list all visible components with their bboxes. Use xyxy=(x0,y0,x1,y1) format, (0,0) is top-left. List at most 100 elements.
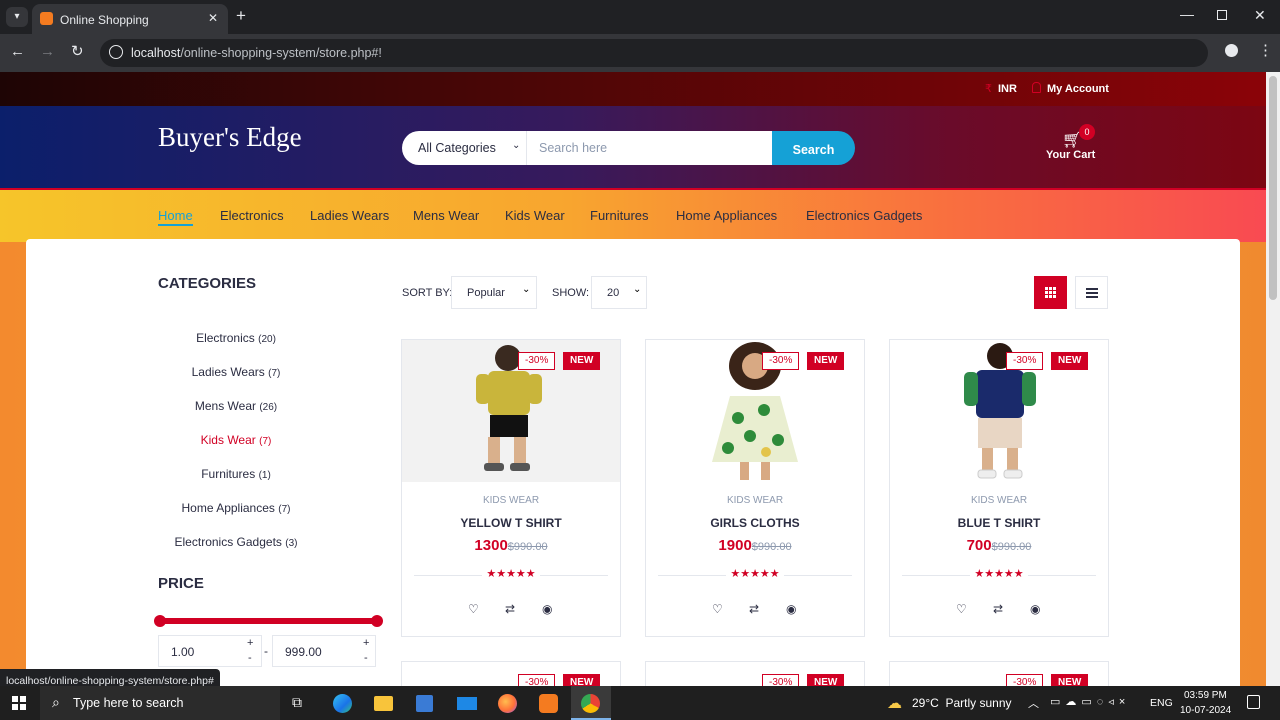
tab-title: Online Shopping xyxy=(60,13,149,27)
weather-icon[interactable]: ☁ xyxy=(887,694,902,712)
scrollbar-thumb[interactable] xyxy=(1269,76,1277,300)
decrement-icon[interactable]: - xyxy=(248,652,252,664)
price-min-input[interactable]: 1.00 + - xyxy=(158,635,262,667)
reload-icon[interactable]: ↻ xyxy=(71,42,84,60)
product-name[interactable]: YELLOW T SHIRT xyxy=(402,516,620,530)
my-account-link[interactable]: My Account xyxy=(1047,83,1109,95)
category-item[interactable]: Home Appliances (7) xyxy=(126,501,346,515)
weather-text[interactable]: 29°C Partly sunny xyxy=(912,696,1012,710)
wishlist-heart-icon[interactable]: ♡ xyxy=(712,602,723,616)
category-item[interactable]: Electronics Gadgets (3) xyxy=(126,535,346,549)
wishlist-heart-icon[interactable]: ♡ xyxy=(956,602,967,616)
search-button[interactable]: Search xyxy=(772,131,855,165)
compare-icon[interactable]: ⇄ xyxy=(505,602,515,616)
site-logo[interactable]: Buyer's Edge xyxy=(158,122,302,153)
product-card[interactable]: -30% NEW xyxy=(645,661,865,686)
language-indicator[interactable]: ENG xyxy=(1150,697,1173,709)
star-icons: ★★★★★ xyxy=(726,568,784,580)
price-slider-min-handle[interactable] xyxy=(154,615,166,627)
clock-time[interactable]: 03:59 PM xyxy=(1184,690,1227,701)
tab-search-button[interactable]: ▾ xyxy=(6,7,28,27)
product-card[interactable]: -30% NEW KIDS WEAR YELLOW T SHIRT 1300$9… xyxy=(401,339,621,637)
new-tab-icon[interactable]: + xyxy=(236,6,246,26)
decrement-icon[interactable]: - xyxy=(364,652,368,664)
increment-icon[interactable]: + xyxy=(247,637,253,649)
product-card[interactable]: -30% NEW KIDS WEAR GIRLS CLOTHS 1900$990… xyxy=(645,339,865,637)
xampp-icon[interactable] xyxy=(539,694,558,713)
nav-home[interactable]: Home xyxy=(158,208,193,226)
list-view-button[interactable] xyxy=(1075,276,1108,309)
close-tab-icon[interactable]: ✕ xyxy=(208,11,218,25)
nav-kids-wear[interactable]: Kids Wear xyxy=(505,208,565,223)
nav-electronics-gadgets[interactable]: Electronics Gadgets xyxy=(806,208,922,223)
nav-furnitures[interactable]: Furnitures xyxy=(590,208,649,223)
category-item-active[interactable]: Kids Wear (7) xyxy=(126,433,346,447)
cart-widget[interactable]: 🛒︎ 0 Your Cart xyxy=(1040,122,1100,162)
product-actions: ♡ ⇄ ◉ xyxy=(890,602,1108,618)
profile-icon[interactable] xyxy=(1225,44,1238,57)
clock-date[interactable]: 10-07-2024 xyxy=(1180,705,1231,716)
taskbar-search-box[interactable]: ⌕ Type here to search xyxy=(40,686,280,720)
product-card[interactable]: -30% NEW xyxy=(889,661,1109,686)
price-slider-track[interactable] xyxy=(158,618,380,624)
sort-select[interactable]: Popular ⌄ xyxy=(451,276,537,309)
price-separator: - xyxy=(264,644,268,658)
mail-icon[interactable] xyxy=(457,697,477,710)
page-scrollbar[interactable] xyxy=(1266,72,1280,686)
show-select[interactable]: 20 ⌄ xyxy=(591,276,647,309)
nav-mens-wear[interactable]: Mens Wear xyxy=(413,208,479,223)
increment-icon[interactable]: + xyxy=(363,637,369,649)
quick-view-eye-icon[interactable]: ◉ xyxy=(542,602,552,616)
compare-icon[interactable]: ⇄ xyxy=(749,602,759,616)
firefox-icon[interactable] xyxy=(498,694,517,713)
category-item[interactable]: Ladies Wears (7) xyxy=(126,365,346,379)
cart-label: Your Cart xyxy=(1046,149,1096,161)
category-item[interactable]: Electronics (20) xyxy=(126,331,346,345)
url-text: localhost/online-shopping-system/store.p… xyxy=(131,46,382,60)
discount-badge: -30% xyxy=(518,352,556,370)
task-view-icon[interactable]: ⧉ xyxy=(292,694,302,711)
file-explorer-icon[interactable] xyxy=(374,696,393,711)
notification-icon[interactable] xyxy=(1247,695,1260,709)
top-header-strip: ₹ INR My Account xyxy=(0,72,1266,106)
product-name[interactable]: GIRLS CLOTHS xyxy=(646,516,864,530)
price-min-value: 1.00 xyxy=(171,645,195,659)
discount-badge: -30% xyxy=(1006,352,1044,370)
chrome-taskbar-item[interactable] xyxy=(571,686,611,720)
minimize-icon[interactable]: — xyxy=(1180,6,1194,22)
price-slider-max-handle[interactable] xyxy=(371,615,383,627)
nav-home-appliances[interactable]: Home Appliances xyxy=(676,208,777,223)
back-icon[interactable]: ← xyxy=(10,43,25,60)
browser-tab[interactable]: Online Shopping ✕ xyxy=(32,4,228,34)
grid-view-button[interactable] xyxy=(1034,276,1067,309)
quick-view-eye-icon[interactable]: ◉ xyxy=(1030,602,1040,616)
product-name[interactable]: BLUE T SHIRT xyxy=(890,516,1108,530)
nav-ladies-wears[interactable]: Ladies Wears xyxy=(310,208,389,223)
store-icon[interactable] xyxy=(416,695,433,712)
menu-kebab-icon[interactable]: ⋮ xyxy=(1258,41,1273,59)
compare-icon[interactable]: ⇄ xyxy=(993,602,1003,616)
price-max-input[interactable]: 999.00 + - xyxy=(272,635,376,667)
category-select[interactable]: All Categories ⌄ xyxy=(402,131,527,165)
currency-link[interactable]: INR xyxy=(998,83,1017,95)
restore-icon[interactable] xyxy=(1217,10,1227,20)
omnibox[interactable]: localhost/online-shopping-system/store.p… xyxy=(100,39,1208,67)
wishlist-heart-icon[interactable]: ♡ xyxy=(468,602,479,616)
site-info-icon[interactable] xyxy=(109,45,123,59)
windows-start-icon[interactable] xyxy=(12,696,26,710)
product-card[interactable]: -30% NEW KIDS WEAR BLUE T SHIRT 700$990.… xyxy=(889,339,1109,637)
rating-stars: ★★★★★ xyxy=(646,567,864,580)
category-item[interactable]: Furnitures (1) xyxy=(126,467,346,481)
discount-badge: -30% xyxy=(762,674,800,686)
tray-chevron-icon[interactable]: ︿ xyxy=(1028,695,1039,711)
category-item[interactable]: Mens Wear (26) xyxy=(126,399,346,413)
edge-icon[interactable] xyxy=(333,694,352,713)
close-window-icon[interactable]: ✕ xyxy=(1254,7,1266,24)
product-card[interactable]: -30% NEW xyxy=(401,661,621,686)
tray-icons[interactable]: ▭☁▭◌◃× xyxy=(1050,695,1130,708)
forward-icon[interactable]: → xyxy=(40,43,55,60)
product-category: KIDS WEAR xyxy=(482,495,540,506)
quick-view-eye-icon[interactable]: ◉ xyxy=(786,602,796,616)
nav-electronics[interactable]: Electronics xyxy=(220,208,284,223)
search-input[interactable]: Search here xyxy=(527,131,773,165)
